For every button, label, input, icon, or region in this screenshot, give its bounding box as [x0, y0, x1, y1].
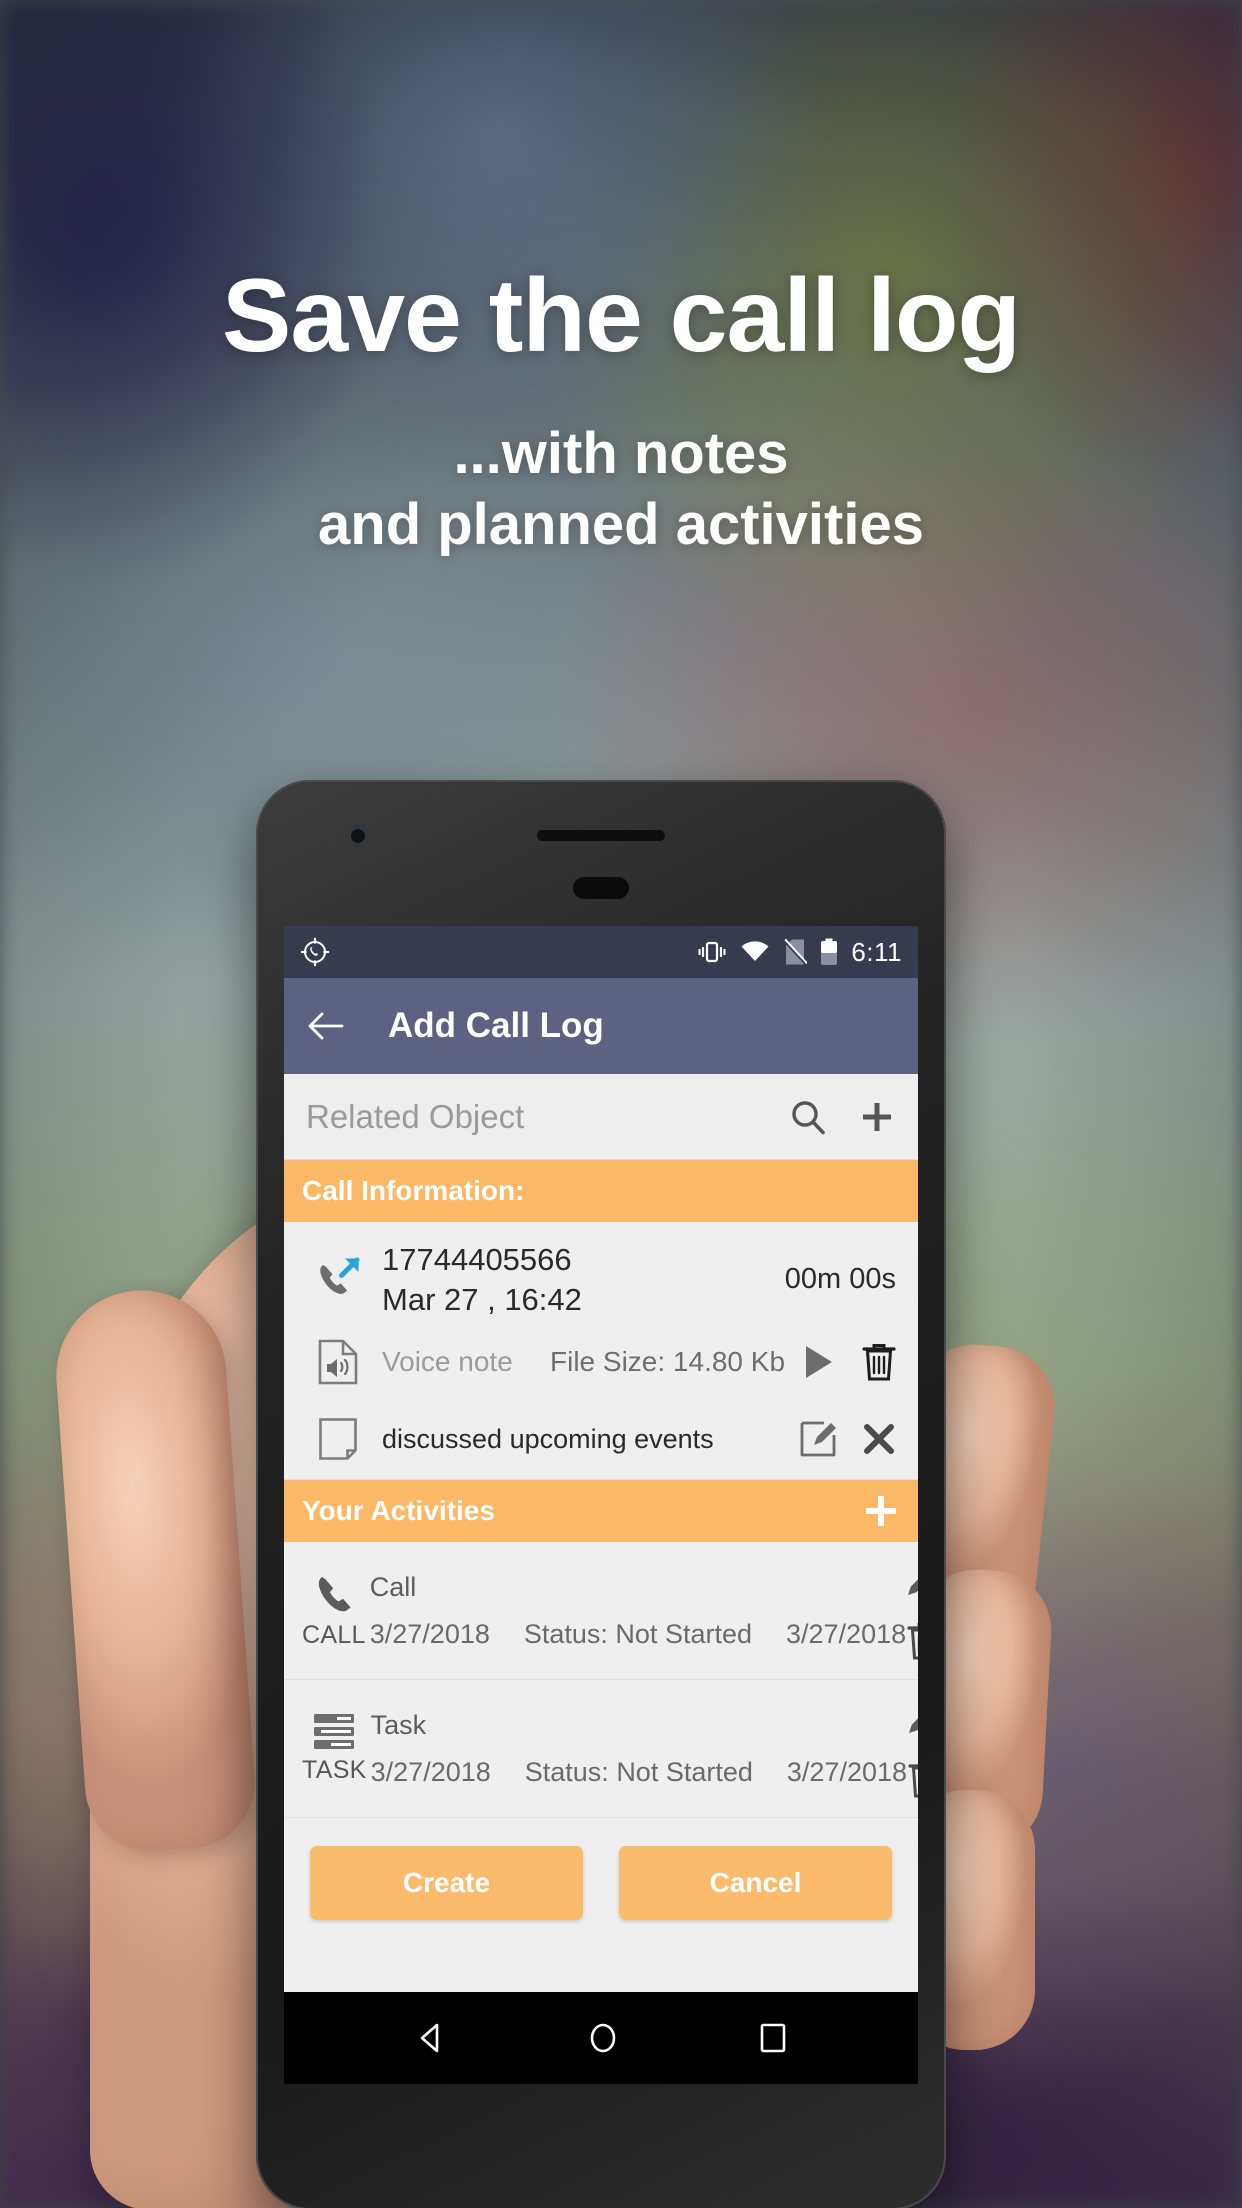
note-row[interactable]: discussed upcoming events	[284, 1403, 918, 1481]
front-camera	[348, 826, 368, 846]
voice-note-file-size: File Size: 14.80 Kb	[550, 1346, 786, 1378]
activity-details: Task 3/27/2018 Status: Not Started 3/27/…	[371, 1710, 907, 1788]
edit-note-icon[interactable]	[800, 1421, 836, 1457]
activity-start-date: 3/27/2018	[369, 1618, 490, 1649]
call-target-icon	[300, 937, 330, 967]
trash-icon[interactable]	[908, 1759, 918, 1799]
android-nav-bar	[284, 1992, 918, 2084]
phone-icon	[311, 1571, 357, 1617]
note-file-icon	[306, 1417, 370, 1461]
status-bar-left	[300, 937, 330, 967]
activity-status: Status: Not Started	[524, 1756, 753, 1787]
create-button[interactable]: Create	[310, 1846, 583, 1921]
promo-subheadline: ...with notes and planned activities	[0, 419, 1242, 561]
note-actions	[800, 1421, 896, 1457]
section-header-your-activities: Your Activities	[284, 1480, 918, 1543]
activity-meta: 3/27/2018 Status: Not Started 3/27/2018	[371, 1757, 907, 1788]
wifi-icon	[740, 940, 770, 964]
status-bar: 6:11	[284, 926, 918, 978]
task-list-icon	[311, 1712, 357, 1752]
activity-type-label: CALL	[302, 1621, 366, 1650]
related-object-input[interactable]: Related Object	[306, 1098, 788, 1136]
call-datetime: Mar 27 , 16:42	[382, 1281, 582, 1317]
section-title: Call Information:	[302, 1175, 525, 1206]
activity-actions	[906, 1561, 918, 1661]
activity-status: Status: Not Started	[523, 1618, 752, 1649]
outgoing-call-icon	[306, 1255, 370, 1305]
plus-icon[interactable]	[858, 1098, 896, 1136]
related-object-row[interactable]: Related Object	[284, 1074, 918, 1160]
activity-title: Task	[370, 1709, 427, 1740]
pencil-icon[interactable]	[906, 1561, 918, 1597]
trash-icon[interactable]	[907, 1621, 918, 1661]
activity-type-label: TASK	[302, 1756, 367, 1785]
action-button-bar: Create Cancel	[284, 1818, 918, 1955]
note-text: discussed upcoming events	[382, 1423, 714, 1454]
earpiece-grille	[537, 830, 665, 841]
promo-screenshot: Save the call log ...with notes and plan…	[0, 0, 1242, 2208]
call-phone-number: 17744405566	[382, 1242, 572, 1277]
battery-icon	[820, 938, 838, 966]
activity-end-date: 3/27/2018	[786, 1618, 907, 1649]
proximity-sensor	[573, 877, 629, 899]
activity-type: TASK	[302, 1712, 367, 1785]
activity-actions	[907, 1699, 918, 1799]
play-icon[interactable]	[802, 1344, 836, 1380]
promo-subheadline-line2: and planned activities	[318, 491, 924, 557]
vibrate-icon	[697, 939, 727, 965]
phone-device: 6:11 Add Call Log Related Object Call In…	[256, 780, 946, 2208]
nav-back-icon[interactable]	[413, 2020, 449, 2056]
nav-home-icon[interactable]	[586, 2020, 620, 2056]
status-bar-clock: 6:11	[851, 936, 902, 967]
promo-text-block: Save the call log ...with notes and plan…	[0, 258, 1242, 561]
close-x-icon[interactable]	[862, 1422, 896, 1456]
section-header-call-information: Call Information:	[284, 1160, 918, 1222]
call-entry-texts: 17744405566 Mar 27 , 16:42	[382, 1240, 785, 1319]
voice-note-actions	[802, 1342, 896, 1382]
related-object-actions	[788, 1097, 896, 1137]
activity-end-date: 3/27/2018	[786, 1756, 908, 1787]
cancel-button[interactable]: Cancel	[619, 1846, 892, 1921]
promo-subheadline-line1: ...with notes	[453, 421, 789, 487]
no-sim-icon	[783, 939, 808, 965]
trash-icon[interactable]	[862, 1342, 896, 1382]
call-duration: 00m 00s	[784, 1263, 896, 1296]
page-title: Add Call Log	[388, 1006, 604, 1045]
activity-title: Call	[369, 1571, 417, 1602]
activity-row-call[interactable]: CALL Call 3/27/2018 Status: Not Started …	[284, 1542, 918, 1681]
pencil-icon[interactable]	[907, 1699, 918, 1735]
nav-recents-icon[interactable]	[757, 2021, 789, 2055]
activity-meta: 3/27/2018 Status: Not Started 3/27/2018	[370, 1619, 906, 1650]
add-activity-button[interactable]	[862, 1492, 900, 1530]
audio-file-icon	[306, 1339, 370, 1385]
activity-start-date: 3/27/2018	[370, 1756, 491, 1787]
voice-note-label: Voice note	[382, 1346, 513, 1378]
back-arrow-icon[interactable]	[306, 1010, 344, 1042]
activity-details: Call 3/27/2018 Status: Not Started 3/27/…	[370, 1572, 906, 1650]
promo-headline: Save the call log	[222, 258, 1021, 374]
phone-screen: 6:11 Add Call Log Related Object Call In…	[284, 926, 918, 2084]
activity-type: CALL	[302, 1571, 366, 1650]
section-title: Your Activities	[302, 1495, 495, 1527]
search-icon[interactable]	[788, 1097, 828, 1137]
app-bar: Add Call Log	[284, 978, 918, 1074]
call-entry-row[interactable]: 17744405566 Mar 27 , 16:42 00m 00s	[284, 1222, 918, 1330]
voice-note-row[interactable]: Voice note File Size: 14.80 Kb	[284, 1329, 918, 1404]
status-bar-right: 6:11	[697, 937, 902, 968]
activity-row-task[interactable]: TASK Task 3/27/2018 Status: Not Started …	[284, 1680, 918, 1819]
